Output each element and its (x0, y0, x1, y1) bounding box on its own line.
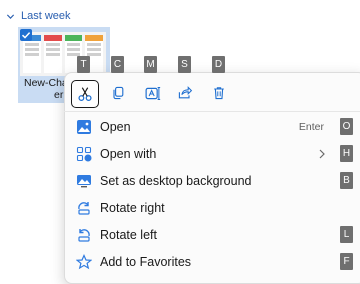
menu-item-label: Rotate left (100, 228, 157, 242)
keytip-rename: M (144, 56, 157, 73)
menu-item-label: Open with (100, 147, 157, 161)
menu-item-label: Open (100, 120, 131, 134)
rename-icon (145, 86, 160, 100)
open-image-icon (77, 120, 91, 134)
copy-icon (113, 86, 124, 100)
keytip-open: O (340, 118, 353, 135)
menu-item-open-with[interactable]: Open with (64, 141, 354, 167)
share-button[interactable] (172, 80, 198, 106)
menu-item-label: Rotate right (100, 201, 165, 215)
rename-button[interactable] (139, 80, 165, 106)
group-header-last-week[interactable]: Last week (6, 10, 71, 22)
menu-item-label: Set as desktop background (100, 174, 252, 188)
keytip-set-desktop-background: B (340, 172, 353, 189)
chevron-down-icon (6, 13, 15, 19)
checkmark-icon (21, 32, 31, 39)
keytip-add-to-favorites: F (340, 253, 353, 270)
copy-button[interactable] (105, 80, 131, 106)
keytip-share: S (178, 56, 191, 73)
share-icon (178, 86, 193, 99)
keytip-delete: D (212, 56, 225, 73)
menu-item-rotate-left[interactable]: Rotate left (64, 222, 354, 248)
scissors-icon (78, 87, 92, 102)
chevron-right-icon (319, 149, 325, 159)
desktop-background-icon (77, 175, 91, 188)
menu-divider (64, 111, 360, 112)
rotate-right-icon (78, 202, 90, 215)
menu-item-label: Add to Favorites (100, 255, 192, 269)
keytip-cut: T (77, 56, 90, 73)
keytip-rotate-left: L (340, 226, 353, 243)
open-with-icon (76, 146, 92, 162)
menu-item-add-to-favorites[interactable]: Add to Favorites (64, 249, 354, 275)
delete-button[interactable] (206, 80, 232, 106)
menu-item-rotate-right[interactable]: Rotate right (64, 195, 354, 221)
group-label: Last week (21, 10, 71, 22)
selection-checkbox[interactable] (20, 29, 32, 41)
trash-icon (214, 87, 224, 100)
image-thumbnail (20, 32, 106, 76)
keytip-open-with: H (340, 145, 353, 162)
cut-button[interactable] (71, 80, 99, 108)
menu-item-set-desktop-background[interactable]: Set as desktop background (64, 168, 354, 194)
star-icon (76, 254, 92, 270)
keytip-copy: C (111, 56, 124, 73)
menu-item-open[interactable]: Open Enter (64, 114, 354, 140)
rotate-left-icon (78, 229, 90, 242)
shortcut-hint: Enter (298, 121, 324, 133)
file-name-line1: New-Cha (24, 77, 68, 89)
